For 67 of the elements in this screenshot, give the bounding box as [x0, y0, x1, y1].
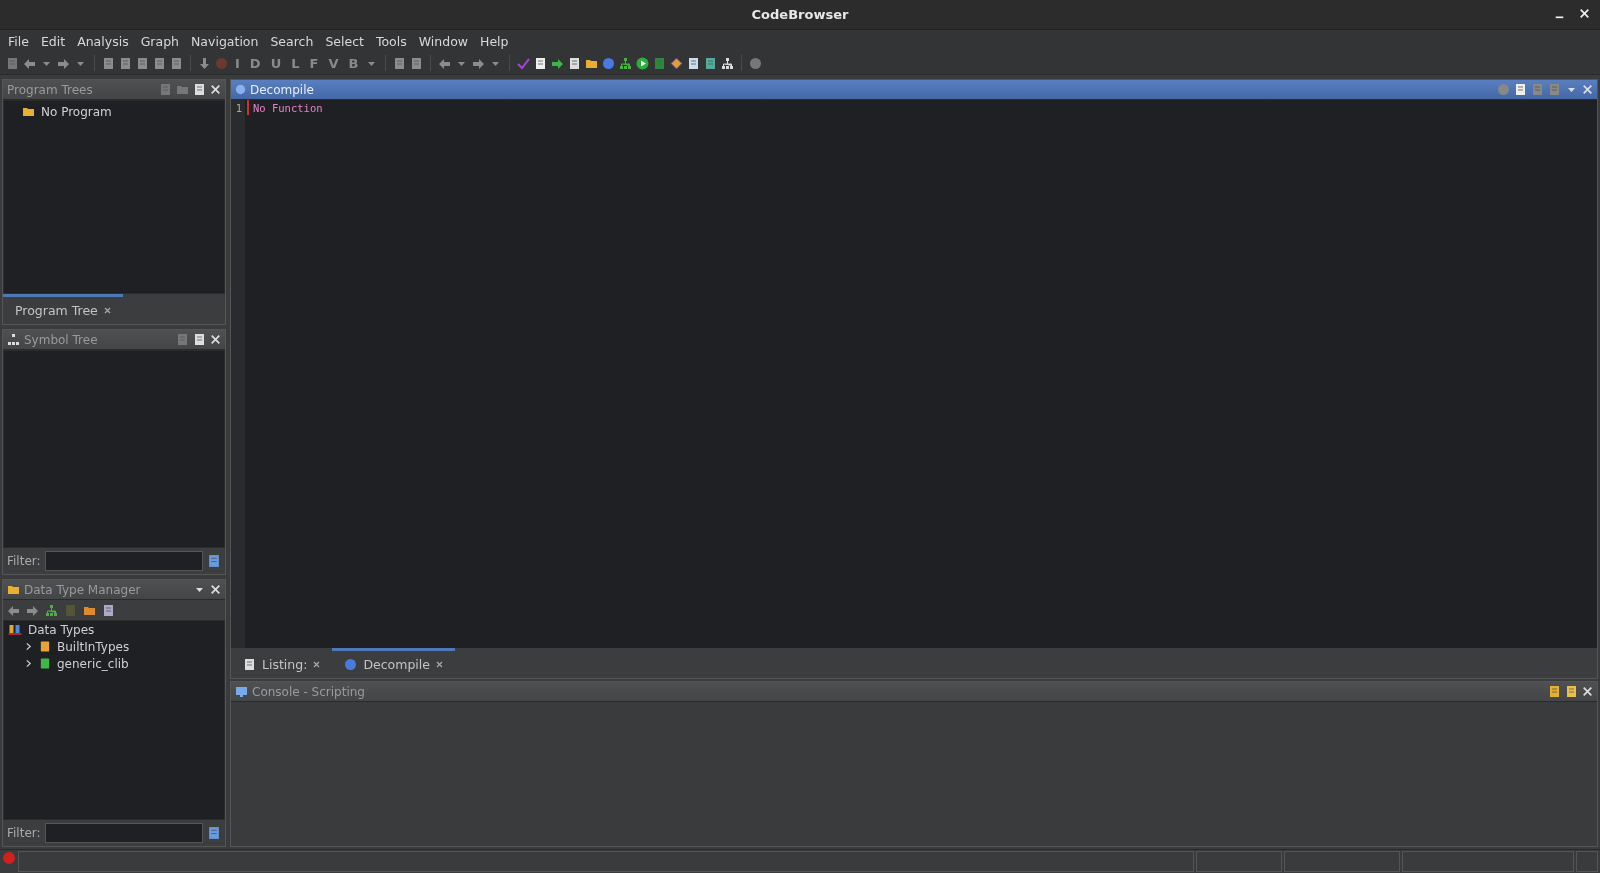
document-icon[interactable] — [393, 56, 407, 70]
panel-title: Console - Scripting — [252, 684, 366, 699]
menu-item[interactable]: Navigation — [185, 33, 265, 49]
toolbar-button[interactable]: D — [246, 55, 264, 71]
forward-arrow-icon[interactable] — [26, 603, 39, 617]
diamond-icon[interactable] — [670, 56, 684, 70]
panel-title: Program Trees — [7, 82, 94, 97]
code-line: No Function — [253, 102, 323, 114]
filter-options-icon[interactable] — [206, 554, 221, 568]
chevron-icon[interactable] — [24, 658, 33, 669]
menu-item[interactable]: Select — [319, 33, 370, 49]
tree-icon — [7, 333, 20, 346]
status-field — [1576, 851, 1598, 872]
circle-icon[interactable] — [749, 56, 763, 70]
document-icon[interactable] — [136, 56, 149, 70]
monitor-icon[interactable] — [235, 685, 248, 698]
menu-item[interactable]: Edit — [34, 33, 72, 49]
tree-icon[interactable] — [721, 56, 735, 70]
redo-arrow-icon[interactable] — [472, 56, 486, 70]
panel-title: Decompile — [250, 82, 315, 97]
toolbar-button[interactable]: F — [306, 55, 322, 71]
document-icon[interactable] — [102, 56, 115, 70]
tree-item[interactable]: generic_clib — [57, 656, 129, 671]
line-number: 1 — [234, 102, 243, 114]
menu-item[interactable]: Tools — [369, 33, 413, 49]
panel-title: Data Type Manager — [24, 582, 142, 597]
forward-arrow-icon[interactable] — [57, 56, 70, 70]
document-icon[interactable] — [410, 56, 424, 70]
window-title: CodeBrowser — [751, 7, 849, 22]
toolbar-button[interactable]: L — [288, 55, 303, 71]
editor-tab[interactable]: Decompile — [332, 648, 455, 678]
menu-item[interactable]: Graph — [134, 33, 185, 49]
menu-item[interactable]: Search — [264, 33, 320, 49]
listing-icon[interactable] — [243, 658, 256, 671]
toolbar-button[interactable]: I — [232, 55, 243, 71]
menu-item[interactable]: Help — [474, 33, 515, 49]
menu-item[interactable]: Analysis — [71, 33, 135, 49]
tree-icon[interactable] — [45, 603, 58, 617]
filter-label: Filter: — [7, 554, 41, 568]
panel-tab[interactable]: Program Tree — [3, 294, 123, 324]
menu-item[interactable]: Window — [412, 33, 475, 49]
data-types-icon — [8, 623, 22, 636]
folder-icon[interactable] — [22, 105, 35, 118]
folder-icon[interactable] — [7, 583, 20, 596]
document-icon[interactable] — [170, 56, 183, 70]
checkmark-icon[interactable] — [517, 56, 531, 70]
tree-item[interactable]: BuiltInTypes — [57, 639, 130, 654]
filter-field[interactable] — [44, 551, 203, 571]
toolbar-button[interactable]: B — [345, 55, 362, 71]
document-icon[interactable] — [153, 56, 166, 70]
tree-icon[interactable] — [619, 56, 633, 70]
document-icon[interactable] — [159, 83, 172, 96]
filter-label: Filter: — [7, 826, 41, 840]
editor-tab[interactable]: Listing: — [231, 648, 333, 678]
arrow-icon[interactable] — [551, 56, 565, 70]
filter-field[interactable] — [44, 823, 203, 843]
tree-item[interactable]: Data Types — [28, 622, 95, 637]
toolbar-button[interactable]: V — [325, 55, 342, 71]
document-icon[interactable] — [119, 56, 132, 70]
down-arrow-icon[interactable] — [198, 56, 211, 70]
filter-options-icon[interactable] — [206, 826, 221, 840]
tree-item[interactable]: No Program — [41, 104, 112, 119]
menu-item[interactable]: File — [2, 33, 35, 49]
panel-title: Symbol Tree — [24, 332, 99, 347]
play-icon[interactable] — [636, 56, 650, 70]
chevron-icon[interactable] — [24, 641, 33, 652]
toolbar-button[interactable]: U — [267, 55, 285, 71]
